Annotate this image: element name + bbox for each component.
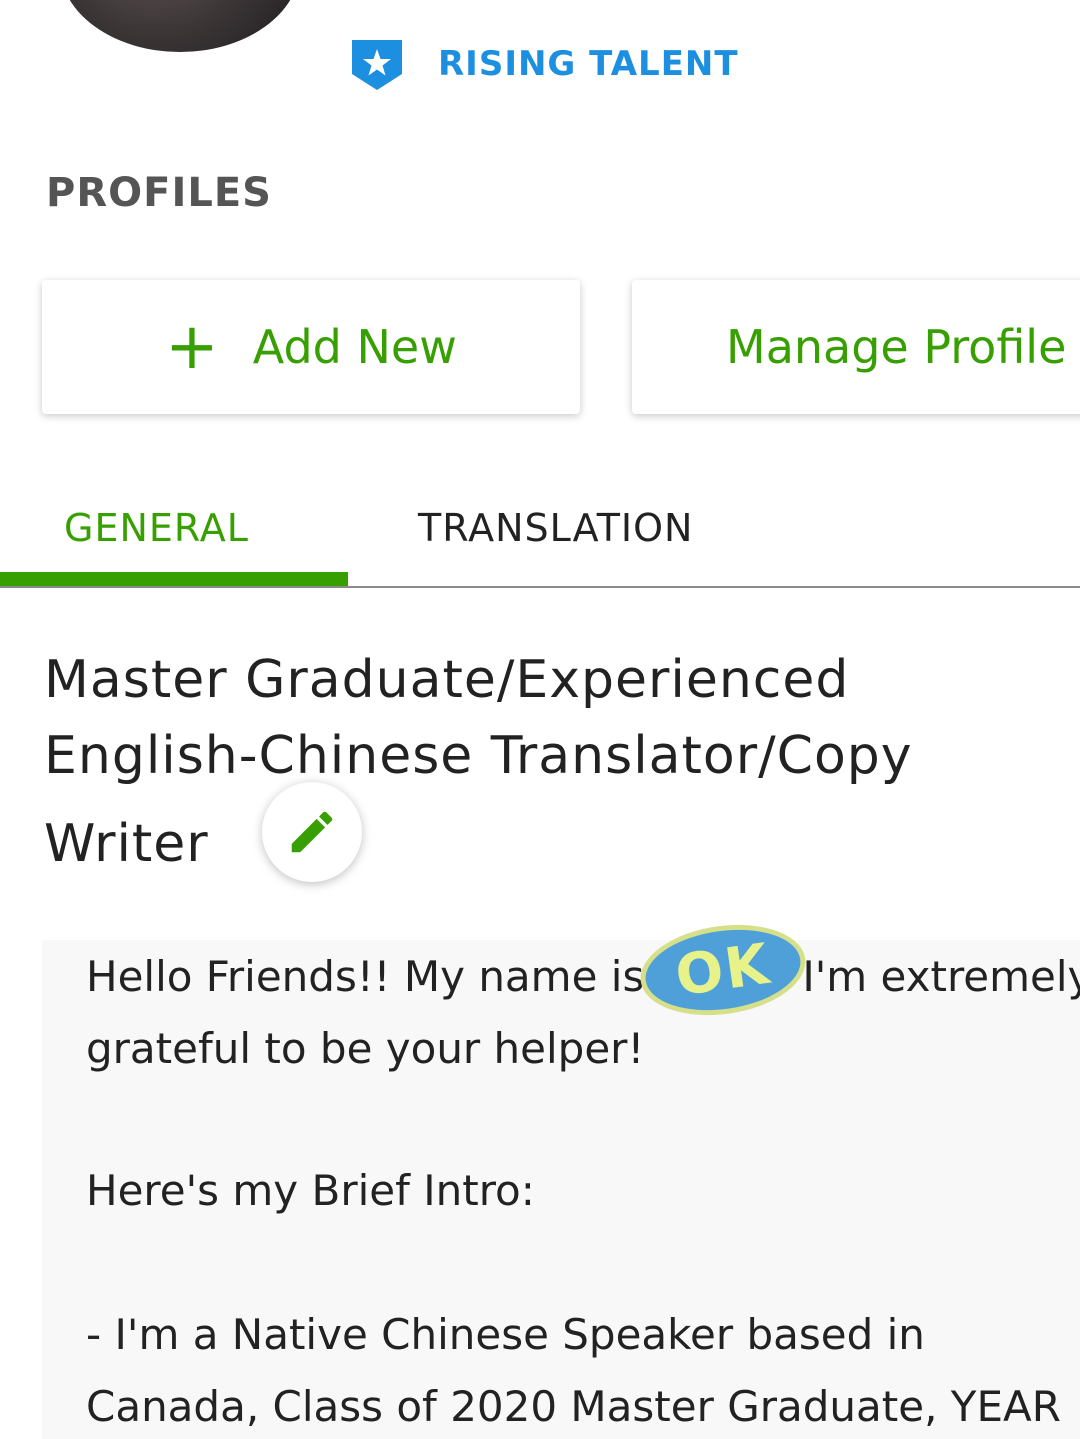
overview-line: Here's my Brief Intro: (86, 1166, 535, 1215)
edit-title-button[interactable] (262, 782, 362, 882)
profile-title-line: Writer (44, 814, 209, 874)
profiles-section-title: PROFILES (46, 170, 272, 216)
badge-label: RISING TALENT (438, 44, 739, 84)
overview-line: grateful to be your helper! (86, 1024, 645, 1073)
ok-sticker-text: OK (671, 931, 775, 1009)
active-tab-indicator (0, 572, 348, 586)
tab-translation[interactable]: TRANSLATION (418, 506, 693, 550)
overview-line: Canada, Class of 2020 Master Graduate, Y… (86, 1382, 1061, 1431)
overview-line: - I'm a Native Chinese Speaker based in (86, 1310, 925, 1359)
profile-title: Master Graduate/Experienced English-Chin… (44, 642, 1044, 882)
profile-title-line: English-Chinese Translator/Copy (44, 726, 913, 786)
manage-profiles-label: Manage Profile (726, 320, 1067, 374)
add-new-profile-button[interactable]: + Add New (42, 280, 580, 414)
overview-text: I'm extremely (802, 952, 1080, 1001)
pencil-icon (291, 811, 333, 853)
overview-text: Hello Friends!! My name is (86, 952, 645, 1001)
profile-tabs: GENERAL TRANSLATION (0, 470, 1080, 590)
rising-talent-badge: RISING TALENT (350, 36, 739, 92)
overview-line: Hello Friends!! My name is I'm extremely (86, 952, 1080, 1001)
plus-icon: + (165, 310, 219, 384)
add-new-label: Add New (252, 320, 457, 374)
shield-star-icon (352, 40, 402, 90)
profile-page: RISING TALENT PROFILES + Add New Manage … (0, 0, 1080, 1439)
avatar[interactable] (60, 0, 300, 52)
manage-profiles-button[interactable]: Manage Profile (632, 280, 1080, 414)
profile-overview: Hello Friends!! My name is I'm extremely … (42, 940, 1080, 1439)
tab-divider (0, 586, 1080, 588)
tab-general[interactable]: GENERAL (64, 506, 249, 550)
profile-title-line: Master Graduate/Experienced (44, 650, 850, 710)
